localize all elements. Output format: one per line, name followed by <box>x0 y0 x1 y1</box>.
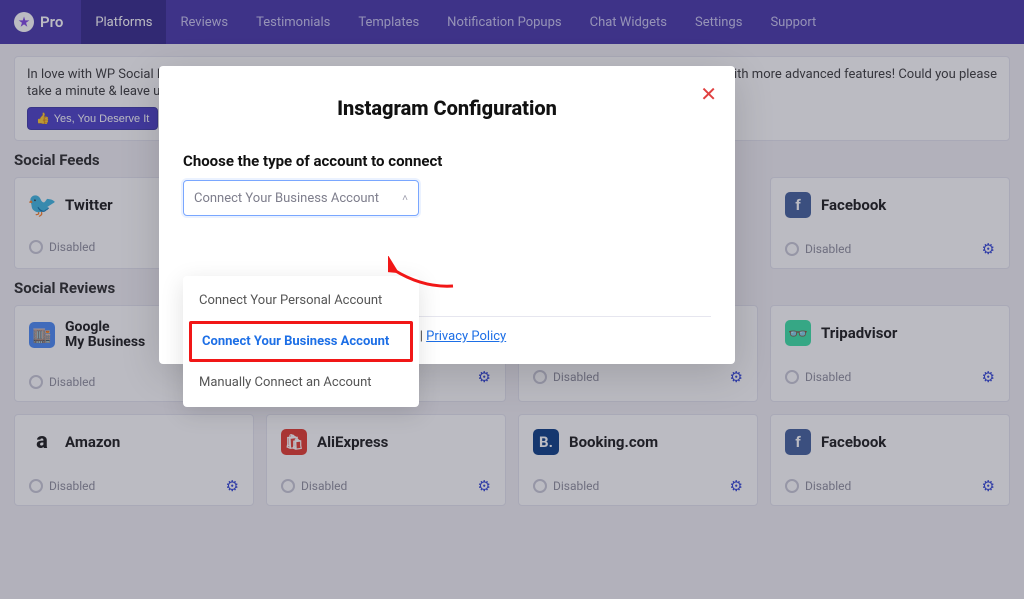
select-value: Connect Your Business Account <box>194 191 379 206</box>
option-business[interactable]: Connect Your Business Account <box>189 321 413 362</box>
option-personal[interactable]: Connect Your Personal Account <box>183 282 419 319</box>
chevron-up-icon: ˄ <box>402 193 408 204</box>
privacy-link[interactable]: Privacy Policy <box>426 329 506 344</box>
close-icon[interactable]: ✕ <box>700 82 717 107</box>
modal-title: Instagram Configuration <box>183 96 711 120</box>
account-type-select[interactable]: Connect Your Business Account ˄ <box>183 180 419 216</box>
option-manual[interactable]: Manually Connect an Account <box>183 364 419 401</box>
modal-subtitle: Choose the type of account to connect <box>183 152 711 170</box>
account-type-dropdown: Connect Your Personal Account Connect Yo… <box>183 276 419 407</box>
instagram-config-modal: ✕ Instagram Configuration Choose the typ… <box>159 66 735 364</box>
